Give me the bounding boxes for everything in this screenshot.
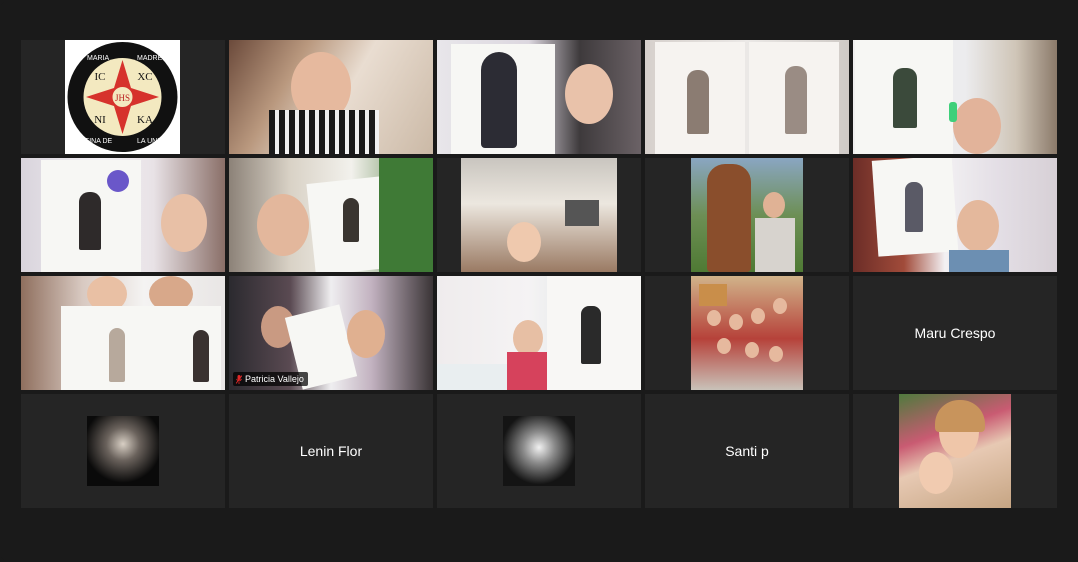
muted-mic-icon	[236, 374, 242, 384]
svg-text:KA: KA	[137, 114, 153, 126]
gallery-grid: JHS IC XC NI KA MARIA MADRE Y REINA DE L…	[21, 40, 1057, 511]
participant-tile[interactable]	[21, 276, 225, 390]
svg-text:IC: IC	[95, 71, 106, 83]
person-face	[919, 452, 953, 494]
person-face	[513, 320, 543, 356]
participant-tile[interactable]	[229, 40, 433, 154]
participant-tile[interactable]	[437, 276, 641, 390]
tv	[565, 200, 599, 226]
person-face	[507, 222, 541, 262]
participant-tile[interactable]	[229, 158, 433, 272]
person-face	[347, 310, 385, 358]
svg-text:MARIA: MARIA	[87, 55, 110, 62]
profile-picture	[503, 416, 575, 486]
profile-picture	[87, 416, 159, 486]
participant-tile-avatar[interactable]	[437, 394, 641, 508]
flower-drawing	[107, 170, 129, 192]
participant-name: Lenin Flor	[299, 443, 363, 459]
participant-tile[interactable]	[437, 158, 641, 272]
person-face	[763, 192, 785, 218]
striped-shirt	[269, 110, 379, 154]
participant-tile-logo[interactable]: JHS IC XC NI KA MARIA MADRE Y REINA DE L…	[21, 40, 225, 154]
participant-tile-avatar[interactable]	[21, 394, 225, 508]
participant-name: Maru Crespo	[914, 325, 996, 341]
participant-tile[interactable]	[437, 40, 641, 154]
zoom-gallery-window: JHS IC XC NI KA MARIA MADRE Y REINA DE L…	[0, 0, 1078, 562]
participant-tile[interactable]	[853, 158, 1057, 272]
participant-tile-name-only[interactable]: Santi p	[645, 394, 849, 508]
participant-tile-active-speaker[interactable]: Patricia Vallejo	[229, 276, 433, 390]
participant-tile[interactable]	[645, 40, 849, 154]
svg-text:Y REINA DE: Y REINA DE	[73, 138, 112, 145]
person-face	[565, 64, 613, 124]
person-face	[957, 200, 999, 252]
person-face	[953, 98, 1001, 154]
person-face	[257, 194, 309, 256]
svg-text:XC: XC	[137, 71, 152, 83]
participant-name-tag: Patricia Vallejo	[233, 372, 308, 386]
cross-emblem-icon: JHS IC XC NI KA MARIA MADRE Y REINA DE L…	[67, 42, 178, 152]
person-face	[161, 194, 207, 252]
drawn-figure	[481, 52, 517, 148]
participant-tile-name-only[interactable]: Lenin Flor	[229, 394, 433, 508]
horse	[707, 164, 751, 272]
participant-tile[interactable]	[853, 394, 1057, 508]
participant-tile[interactable]	[21, 158, 225, 272]
plant	[379, 158, 433, 272]
participant-name: Patricia Vallejo	[245, 374, 304, 384]
headphones	[949, 102, 957, 122]
svg-text:LA UNIDAD: LA UNIDAD	[137, 138, 174, 145]
participant-tile[interactable]	[853, 40, 1057, 154]
participant-name: Santi p	[725, 443, 769, 459]
logo-center-text: JHS	[115, 93, 130, 103]
participant-tile[interactable]	[645, 276, 849, 390]
participant-tile[interactable]	[645, 158, 849, 272]
participant-tile-name-only[interactable]: Maru Crespo	[853, 276, 1057, 390]
wall-painting	[699, 284, 727, 306]
svg-text:NI: NI	[94, 114, 106, 126]
svg-text:MADRE: MADRE	[137, 55, 163, 62]
